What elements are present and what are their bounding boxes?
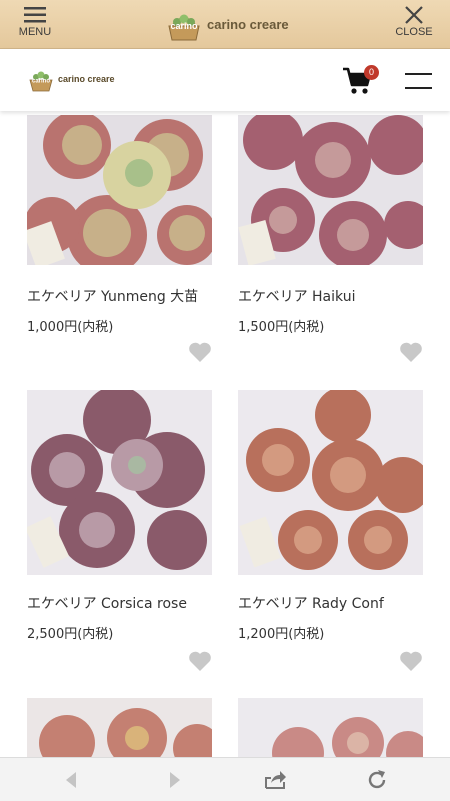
site-header: carino carino creare 0 bbox=[0, 49, 450, 111]
cart-button[interactable]: 0 bbox=[342, 65, 379, 97]
product-card[interactable] bbox=[27, 698, 213, 757]
product-image[interactable] bbox=[27, 115, 212, 265]
back-arrow-icon[interactable] bbox=[60, 768, 84, 792]
basket-logo-icon: carino bbox=[29, 71, 53, 92]
close-label: CLOSE bbox=[395, 26, 433, 38]
favorite-heart-icon[interactable] bbox=[399, 650, 423, 672]
product-card[interactable]: エケベリア Yunmeng 大苗 1,000円(内税) bbox=[27, 115, 213, 362]
product-card[interactable]: エケベリア Corsica rose 2,500円(内税) bbox=[27, 390, 213, 671]
svg-text:carino: carino bbox=[170, 21, 198, 31]
product-name[interactable]: エケベリア Rady Conf bbox=[238, 593, 384, 613]
site-menu-bar: MENU carino carino creare CLOSE bbox=[0, 0, 450, 49]
product-image[interactable] bbox=[27, 698, 212, 757]
hamburger-line bbox=[405, 73, 432, 75]
hamburger-line bbox=[405, 87, 432, 89]
product-card[interactable]: エケベリア Rady Conf 1,200円(内税) bbox=[238, 390, 424, 671]
header-logo-text: carino creare bbox=[58, 74, 115, 84]
close-button[interactable]: CLOSE bbox=[384, 6, 444, 38]
header-logo[interactable]: carino carino creare bbox=[27, 67, 147, 93]
product-price: 1,000円(内税) bbox=[27, 320, 114, 335]
forward-arrow-icon[interactable] bbox=[162, 768, 186, 792]
basket-logo-icon: carino bbox=[168, 14, 200, 41]
nav-menu-button[interactable] bbox=[405, 73, 432, 91]
product-image[interactable] bbox=[238, 390, 423, 575]
menu-label: MENU bbox=[18, 26, 52, 38]
product-name[interactable]: エケベリア Haikui bbox=[238, 286, 355, 306]
product-image[interactable] bbox=[238, 115, 423, 265]
top-logo[interactable]: carino carino creare bbox=[163, 8, 293, 42]
close-icon bbox=[405, 6, 423, 24]
favorite-heart-icon[interactable] bbox=[399, 341, 423, 363]
product-name[interactable]: エケベリア Corsica rose bbox=[27, 593, 187, 613]
product-price: 1,200円(内税) bbox=[238, 627, 325, 642]
share-icon[interactable] bbox=[263, 768, 287, 792]
svg-text:carino: carino bbox=[32, 79, 50, 85]
product-name[interactable]: エケベリア Yunmeng 大苗 bbox=[27, 286, 198, 306]
hamburger-icon bbox=[24, 7, 46, 23]
product-card[interactable]: エケベリア Haikui 1,500円(内税) bbox=[238, 115, 424, 362]
favorite-heart-icon[interactable] bbox=[188, 341, 212, 363]
top-logo-text: carino creare bbox=[207, 17, 289, 32]
product-image[interactable] bbox=[238, 698, 423, 757]
product-price: 1,500円(内税) bbox=[238, 320, 325, 335]
menu-button[interactable]: MENU bbox=[5, 6, 65, 38]
product-card[interactable] bbox=[238, 698, 424, 757]
browser-toolbar bbox=[0, 757, 450, 801]
favorite-heart-icon[interactable] bbox=[188, 650, 212, 672]
product-image[interactable] bbox=[27, 390, 212, 575]
cart-count-badge: 0 bbox=[364, 65, 379, 80]
product-price: 2,500円(内税) bbox=[27, 627, 114, 642]
reload-icon[interactable] bbox=[365, 768, 389, 792]
